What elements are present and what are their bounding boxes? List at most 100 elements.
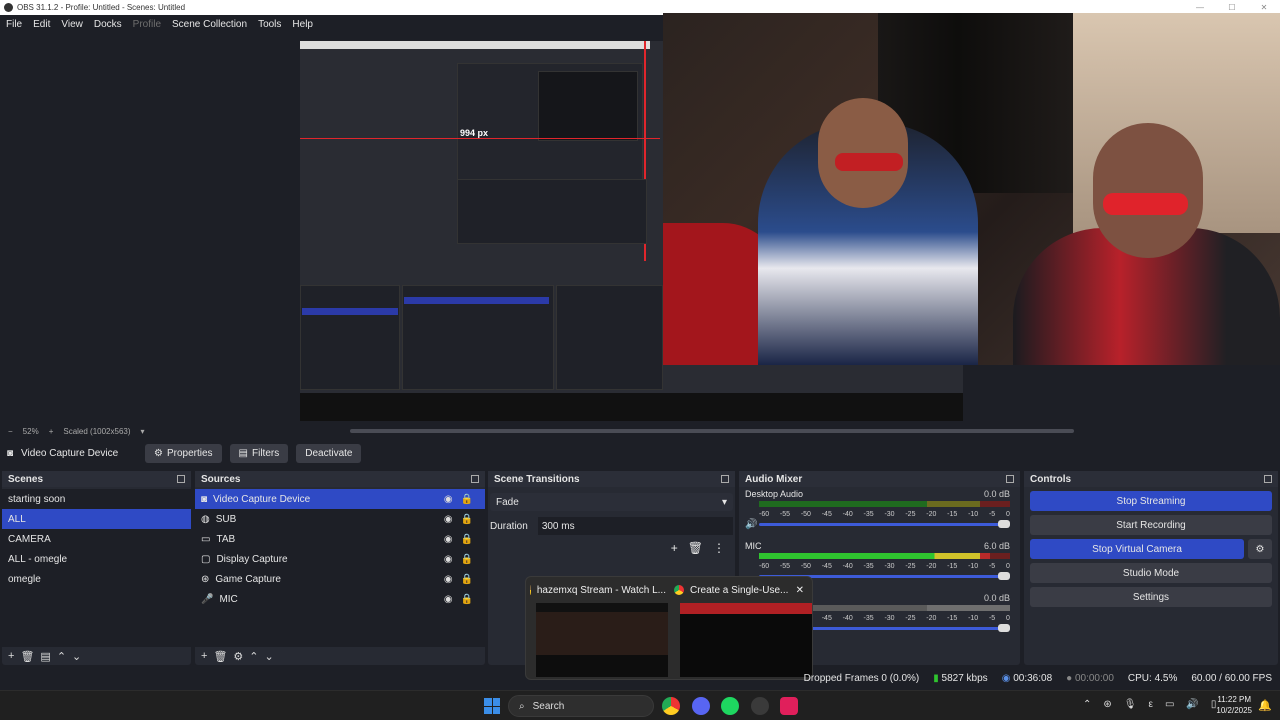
taskbar-clock[interactable]: 11:22 PM 10/2/2025 xyxy=(1216,694,1252,716)
volume-slider[interactable] xyxy=(759,520,1010,528)
scene-item[interactable]: starting soon xyxy=(2,489,191,509)
clock-time: 11:22 PM xyxy=(1217,695,1252,704)
taskbar-search[interactable]: ⌕ Search xyxy=(508,695,654,717)
eye-icon[interactable]: ◉ xyxy=(444,534,453,545)
obs-icon[interactable] xyxy=(751,697,769,715)
float-icon[interactable] xyxy=(721,475,729,483)
nested-scene-selected xyxy=(302,308,398,315)
network-icon[interactable]: ▭ xyxy=(1165,699,1174,710)
lock-icon[interactable]: 🔒 xyxy=(461,554,473,565)
gear-icon[interactable]: ⚙ xyxy=(233,650,243,663)
scene-item[interactable]: ALL xyxy=(2,509,191,529)
studio-mode-button[interactable]: Studio Mode xyxy=(1030,563,1272,583)
stop-virtual-camera-button[interactable]: Stop Virtual Camera xyxy=(1030,539,1244,559)
discord-icon[interactable] xyxy=(692,697,710,715)
source-row[interactable]: ▭ TAB ◉ 🔒 xyxy=(195,529,485,549)
settings-button[interactable]: Settings xyxy=(1030,587,1272,607)
camera-icon: ◙ xyxy=(7,447,14,459)
slider-handle[interactable] xyxy=(998,624,1010,632)
chrome-icon[interactable] xyxy=(662,697,680,715)
preview-scrollbar[interactable] xyxy=(350,429,1074,433)
lock-icon[interactable]: 🔒 xyxy=(461,534,473,545)
gear-icon[interactable]: ⚙ xyxy=(1248,539,1272,559)
chevron-up-icon[interactable]: ⌃ xyxy=(249,650,258,663)
menu-help[interactable]: Help xyxy=(292,19,313,30)
eye-icon[interactable]: ◉ xyxy=(444,494,453,505)
scene-item[interactable]: omegle xyxy=(2,569,191,589)
add-icon[interactable]: + xyxy=(201,650,207,662)
scenes-title: Scenes xyxy=(8,473,44,485)
properties-button[interactable]: ⚙ Properties xyxy=(145,443,222,463)
menu-scene-collection[interactable]: Scene Collection xyxy=(172,19,247,30)
trash-icon[interactable]: 🗑 xyxy=(688,541,703,555)
measure-line xyxy=(300,138,660,139)
menu-edit[interactable]: Edit xyxy=(33,19,50,30)
menu-view[interactable]: View xyxy=(61,19,83,30)
float-icon[interactable] xyxy=(1264,475,1272,483)
volume-icon[interactable]: 🔊 xyxy=(1186,699,1198,710)
spotify-icon[interactable] xyxy=(721,697,739,715)
source-row[interactable]: ◙ Video Capture Device ◉ 🔒 xyxy=(195,489,485,509)
chevron-down-icon[interactable]: ⌄ xyxy=(72,650,81,663)
eye-icon[interactable]: ◉ xyxy=(444,514,453,525)
transitions-header: Scene Transitions xyxy=(488,471,735,487)
channel-db: 0.0 dB xyxy=(983,489,1010,499)
filters-button[interactable]: ▤ Filters xyxy=(229,443,289,463)
start-recording-button[interactable]: Start Recording xyxy=(1030,515,1272,535)
float-icon[interactable] xyxy=(1006,475,1014,483)
person-right-head xyxy=(1093,123,1203,258)
source-name: MIC xyxy=(219,593,238,605)
deactivate-button[interactable]: Deactivate xyxy=(296,443,362,463)
speaker-icon[interactable]: 🔊 xyxy=(745,519,757,530)
scale-dropdown-icon[interactable]: ▾ xyxy=(141,427,145,436)
menu-profile[interactable]: Profile xyxy=(133,19,161,30)
eye-icon[interactable]: ◉ xyxy=(444,554,453,565)
menu-docks[interactable]: Docks xyxy=(94,19,122,30)
filter-icon[interactable]: ▤ xyxy=(40,650,50,663)
more-icon[interactable]: ⋮ xyxy=(713,541,725,555)
source-row[interactable]: ⊛ Game Capture ◉ 🔒 xyxy=(195,569,485,589)
slider-handle[interactable] xyxy=(998,520,1010,528)
transition-select[interactable]: Fade ▾ xyxy=(490,493,733,511)
duration-field[interactable]: 300 ms xyxy=(537,517,733,535)
lock-icon[interactable]: 🔒 xyxy=(461,494,473,505)
float-icon[interactable] xyxy=(177,475,185,483)
trash-icon[interactable]: 🗑 xyxy=(213,650,227,663)
eye-icon[interactable]: ◉ xyxy=(444,594,453,605)
thumbnail-create[interactable]: Create a Single-Use... ✕ xyxy=(674,581,812,677)
source-row[interactable]: 🎤 MIC ◉ 🔒 xyxy=(195,589,485,609)
zoom-in-icon[interactable]: + xyxy=(49,427,54,436)
gamepad-icon[interactable]: ⊛ xyxy=(1103,699,1111,710)
tiktok-icon[interactable] xyxy=(780,697,798,715)
scene-item[interactable]: CAMERA xyxy=(2,529,191,549)
trash-icon[interactable]: 🗑 xyxy=(20,650,34,663)
lock-icon[interactable]: 🔒 xyxy=(461,514,473,525)
scene-item[interactable]: ALL - omegle xyxy=(2,549,191,569)
lock-icon[interactable]: 🔒 xyxy=(461,594,473,605)
eye-icon[interactable]: ◉ xyxy=(444,574,453,585)
chevron-up-icon[interactable]: ⌃ xyxy=(57,650,66,663)
lock-icon[interactable]: 🔒 xyxy=(461,574,473,585)
menu-file[interactable]: File xyxy=(6,19,22,30)
menu-tools[interactable]: Tools xyxy=(258,19,281,30)
chevron-up-icon[interactable]: ⌃ xyxy=(1083,699,1091,710)
close-icon[interactable]: ✕ xyxy=(796,585,804,596)
system-tray: ⌃ ⊛ 🎙 ε ▭ 🔊 ▯ xyxy=(1083,699,1216,710)
source-row[interactable]: ◍ SUB ◉ 🔒 xyxy=(195,509,485,529)
stop-streaming-button[interactable]: Stop Streaming xyxy=(1030,491,1272,511)
add-icon[interactable]: + xyxy=(671,541,678,555)
thumbnail-stream[interactable]: hazemxq Stream - Watch L... xyxy=(530,581,668,677)
chevron-down-icon[interactable]: ⌄ xyxy=(265,650,274,663)
selected-source-name: Video Capture Device xyxy=(21,447,119,459)
add-icon[interactable]: + xyxy=(8,650,14,662)
language-icon[interactable]: ε xyxy=(1148,699,1152,710)
notification-icon[interactable]: 🔔 xyxy=(1258,699,1272,712)
start-icon[interactable] xyxy=(484,698,500,714)
mic-icon[interactable]: 🎙 xyxy=(1124,699,1137,710)
preview-area[interactable]: 994 px xyxy=(0,13,1280,423)
scenes-dock: Scenes starting soon ALL CAMERA ALL - om… xyxy=(2,471,191,665)
float-icon[interactable] xyxy=(471,475,479,483)
source-row[interactable]: ▢ Display Capture ◉ 🔒 xyxy=(195,549,485,569)
zoom-out-icon[interactable]: − xyxy=(8,427,13,436)
slider-handle[interactable] xyxy=(998,572,1010,580)
